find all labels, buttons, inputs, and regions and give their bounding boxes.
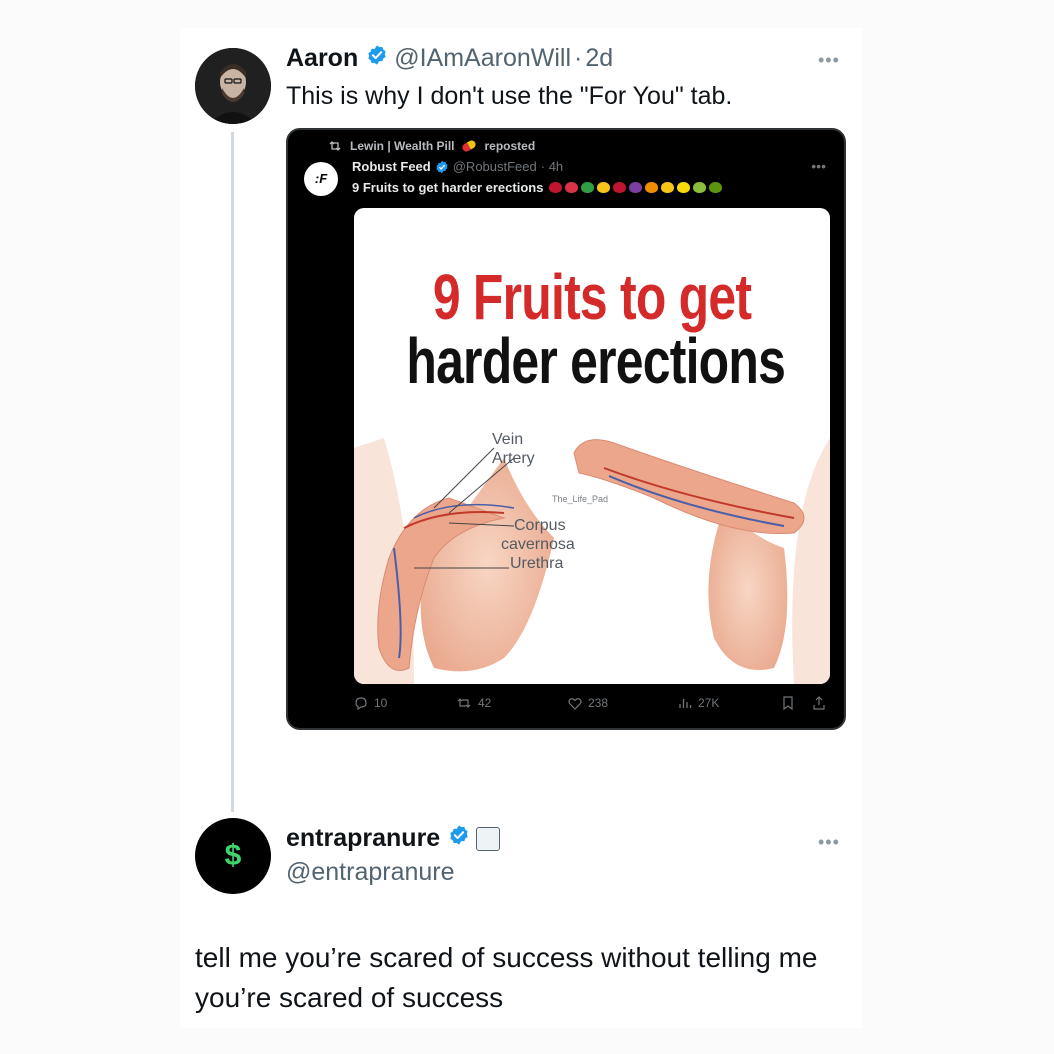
label-corpus: Corpus	[514, 517, 566, 534]
verified-badge-icon	[448, 824, 470, 853]
pill-icon	[461, 139, 478, 153]
analytics-icon	[679, 699, 692, 708]
embedded-more-icon[interactable]: •••	[811, 158, 826, 174]
fruit-emoji-icon	[693, 182, 707, 193]
embedded-author-name[interactable]: Robust Feed	[352, 159, 431, 174]
robust-feed-avatar[interactable]: :F	[304, 162, 338, 196]
author-avatar[interactable]	[195, 48, 271, 124]
reply-header: entrapranure	[286, 824, 501, 853]
repost-count: 42	[478, 696, 492, 710]
heart-icon	[568, 697, 582, 710]
author-handle[interactable]: @IAmAaronWill	[394, 44, 571, 73]
like-action[interactable]: 238	[568, 696, 608, 710]
reply-text: tell me you’re scared of success without…	[195, 942, 818, 1013]
embedded-author-handle[interactable]: @RobustFeed	[453, 159, 537, 174]
fruit-emoji-icon	[645, 182, 659, 193]
fruit-emoji-icon	[709, 182, 723, 193]
reply-avatar[interactable]: $	[195, 818, 271, 894]
thread-connector-line	[231, 132, 234, 812]
repost-suffix: reposted	[484, 139, 536, 153]
avatar-photo-icon	[195, 48, 271, 124]
views-count: 27K	[698, 696, 720, 710]
more-options-icon[interactable]: •••	[818, 50, 840, 71]
embedded-tweet-text: 9 Fruits to get harder erections	[352, 180, 723, 195]
separator: ·	[574, 44, 583, 72]
watermark: The_Life_Pad	[552, 494, 609, 504]
reply-count: 10	[374, 696, 388, 710]
tweet-text: This is why I don't use the "For You" ta…	[286, 82, 733, 110]
affiliate-badge-icon[interactable]	[476, 826, 501, 851]
share-action[interactable]	[812, 696, 826, 710]
reply-action[interactable]: 10	[354, 696, 387, 710]
fruit-emoji-row	[549, 182, 723, 193]
fruit-emoji-icon	[565, 182, 579, 193]
share-icon	[813, 696, 825, 710]
verified-badge-icon	[366, 44, 388, 73]
bookmark-icon	[783, 696, 793, 710]
embedded-header: Robust Feed @RobustFeed · 4h	[352, 159, 563, 174]
verified-badge-icon	[435, 160, 449, 174]
tweet-header: Aaron @IAmAaronWill · 2d	[286, 44, 613, 73]
views-action[interactable]: 27K	[678, 696, 719, 710]
reply-more-options-icon[interactable]: •••	[818, 832, 840, 853]
like-count: 238	[588, 696, 609, 710]
label-vein: Vein	[492, 431, 524, 448]
repost-icon	[457, 698, 471, 708]
fruit-emoji-icon	[597, 182, 611, 193]
repost-indicator: Lewin | Wealth Pill reposted	[328, 139, 535, 153]
fruit-emoji-icon	[613, 182, 627, 193]
fruit-emoji-icon	[677, 182, 691, 193]
timestamp[interactable]: 2d	[585, 44, 613, 73]
repost-label: Lewin | Wealth Pill	[350, 139, 455, 153]
repost-icon	[329, 141, 341, 151]
fruit-emoji-icon	[581, 182, 595, 193]
label-artery: Artery	[492, 450, 535, 467]
anatomy-illustration	[354, 438, 830, 684]
tweet-media-image[interactable]: 9 Fruits to get harder erections Vein Ar…	[354, 208, 830, 684]
reply-author-name[interactable]: entrapranure	[286, 824, 440, 853]
embedded-text: 9 Fruits to get harder erections	[352, 180, 544, 195]
bookmark-action[interactable]	[782, 696, 794, 710]
reply-author-handle[interactable]: @entrapranure	[286, 858, 455, 887]
repost-action[interactable]: 42	[456, 696, 491, 710]
label-cavernosa: cavernosa	[501, 536, 575, 553]
embedded-timestamp[interactable]: · 4h	[541, 159, 563, 174]
fruit-emoji-icon	[629, 182, 643, 193]
embedded-screenshot[interactable]: Lewin | Wealth Pill reposted :F Robust F…	[286, 128, 846, 730]
fruit-emoji-icon	[549, 182, 563, 193]
reply-icon	[355, 697, 367, 710]
label-urethra: Urethra	[510, 555, 564, 572]
fruit-emoji-icon	[661, 182, 675, 193]
author-name[interactable]: Aaron	[286, 44, 358, 73]
embedded-action-bar: 10 42 238 27K	[354, 696, 834, 716]
